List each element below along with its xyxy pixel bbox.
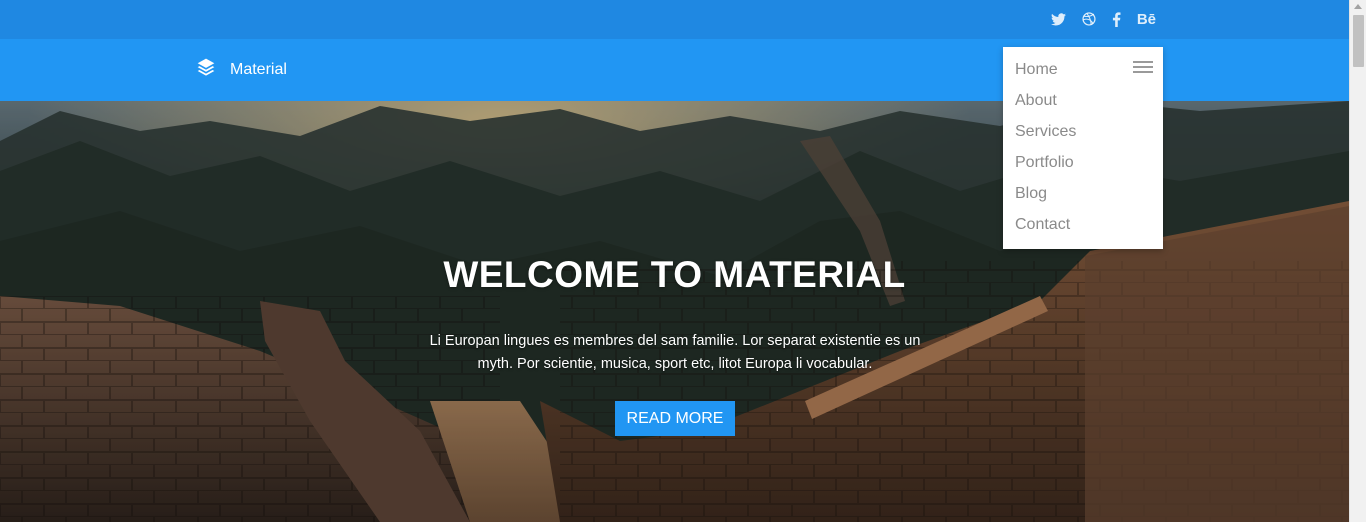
menu-item-services[interactable]: Services [1003, 121, 1163, 152]
brand-logo[interactable]: Material [196, 57, 287, 82]
hero-description: Li Europan lingues es membres del sam fa… [429, 333, 921, 372]
hamburger-menu-icon[interactable] [1133, 61, 1153, 75]
menu-item-contact[interactable]: Contact [1003, 214, 1163, 245]
page: Bē Material WELCOME TO MATERIAL Li Europ… [0, 0, 1349, 522]
nav-menu-list: Home About Services Portfolio Blog Conta… [1003, 47, 1163, 245]
behance-icon[interactable]: Bē [1137, 10, 1156, 28]
scroll-thumb[interactable] [1353, 15, 1364, 67]
read-more-button[interactable]: READ MORE [615, 401, 735, 436]
twitter-icon[interactable] [1050, 10, 1066, 28]
brand-name: Material [230, 60, 287, 78]
vertical-scrollbar[interactable] [1349, 0, 1366, 522]
menu-item-blog[interactable]: Blog [1003, 183, 1163, 214]
menu-item-about[interactable]: About [1003, 90, 1163, 121]
layers-icon [196, 57, 216, 82]
social-topbar: Bē [0, 0, 1349, 39]
dribbble-icon[interactable] [1082, 10, 1096, 28]
nav-dropdown-menu: Home About Services Portfolio Blog Conta… [1003, 47, 1163, 249]
menu-item-portfolio[interactable]: Portfolio [1003, 152, 1163, 183]
facebook-icon[interactable] [1112, 10, 1121, 28]
social-links: Bē [1050, 10, 1156, 28]
hero-title: WELCOME TO MATERIAL [443, 254, 906, 295]
scroll-up-arrow-icon[interactable] [1354, 4, 1362, 9]
